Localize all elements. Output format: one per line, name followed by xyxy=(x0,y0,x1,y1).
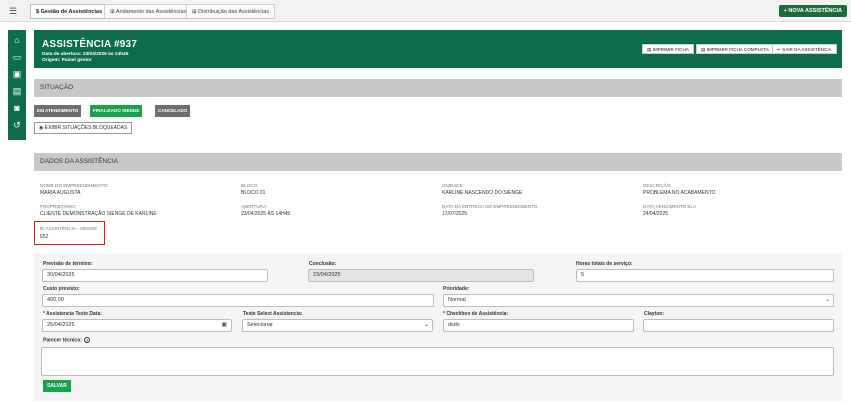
status-cancelado-button[interactable]: CANCELADO xyxy=(155,105,191,117)
new-assistance-button[interactable]: + NOVA ASSISTÊNCIA xyxy=(778,5,847,17)
highlight-box xyxy=(34,221,105,245)
print-button[interactable]: ▤ IMPRIMIR FICHA xyxy=(642,44,694,54)
chat-icon[interactable]: ◙ xyxy=(11,102,23,114)
calendar-icon[interactable]: ▣ xyxy=(11,68,23,80)
tab-label: Distribuição das Assistências xyxy=(198,9,270,15)
unidade-label: UNIDADE: xyxy=(442,183,464,188)
abertura-value: 23/04/2025 ÀS 14H45 xyxy=(241,211,291,217)
tab-andamento-assistencias[interactable]: ⊞ Andamento das Assistências xyxy=(104,4,193,19)
id-sienge-value: 652 xyxy=(40,234,49,240)
status-em-atendimento-button[interactable]: EM ATENDIMENTO xyxy=(34,105,82,117)
custo-label: Custo previsto: xyxy=(43,286,80,292)
bloco-value: BLOCO 01 xyxy=(241,190,266,196)
checkbox-input[interactable]: dsds xyxy=(443,319,634,332)
bloco-label: BLOCO: xyxy=(241,183,259,188)
proprietario-label: PROPRIETÁRIO: xyxy=(40,204,76,209)
section-situacao: SITUAÇÃO xyxy=(34,79,842,97)
horas-input[interactable]: 5 xyxy=(576,269,834,282)
calendar-icon[interactable]: ▣ xyxy=(221,320,227,331)
parecer-label: Parecer técnico:? xyxy=(43,337,90,344)
origin: Origem: Painel gestor xyxy=(42,58,92,63)
grid-icon: ⊞ xyxy=(110,9,115,15)
help-icon[interactable]: ? xyxy=(83,337,90,343)
prioridade-label: Prioridade: xyxy=(443,286,470,292)
chevron-down-icon: ⌄ xyxy=(423,322,429,328)
status-finalizado-button[interactable]: FINALIZADO SIENGE xyxy=(90,105,143,117)
clayton-input[interactable] xyxy=(643,319,834,332)
abertura-label: ABERTURA: xyxy=(241,204,268,209)
proprietario-value: CLIENTE DEMONSTRAÇÃO SIENGE DE KARLINE xyxy=(40,211,157,217)
teste-data-input[interactable]: 25/04/2025 ▣ xyxy=(42,319,232,332)
show-blocked-button[interactable]: ◉ EXIBIR SITUAÇÕES BLOQUEADAS xyxy=(34,122,133,134)
tab-label: Gestão de Assistências xyxy=(40,9,103,15)
descricao-label: DESCRIÇÃO: xyxy=(643,183,672,188)
tab-label: Andamento das Assistências xyxy=(115,9,187,15)
save-button[interactable]: SALVAR xyxy=(43,380,71,392)
document-icon[interactable]: ▤ xyxy=(11,85,23,97)
chevron-down-icon: ⌄ xyxy=(824,297,830,303)
sidebar: ⌂ ▭ ▣ ▤ ◙ ↺ xyxy=(8,30,26,140)
print-full-button[interactable]: ▤ IMPRIMIR FICHA COMPLETA xyxy=(696,44,774,54)
entrega-label: DATA DA ENTREGA DO EMPREENDIMENTO: xyxy=(442,204,539,209)
assistance-header: ASSISTÊNCIA #937 Data de abertura: 23/04… xyxy=(34,30,842,68)
opened-date: Data de abertura: 23/04/2025 às 14h45 xyxy=(42,52,129,57)
section-dados: DADOS DA ASSISTÊNCIA xyxy=(34,153,842,171)
empreendimento-label: NOME DO EMPREENDIMENTO: xyxy=(40,183,109,188)
prioridade-select[interactable]: Normal ⌄ xyxy=(443,294,834,307)
sla-value: 24/04/2025 xyxy=(643,211,669,217)
unidade-value: KARLINE NASCENDO DO SIENGE xyxy=(442,190,523,196)
teste-data-label: * Assistencia Teste Data: xyxy=(43,311,102,317)
exit-button[interactable]: ↩ SAIR DA ASSISTÊNCIA xyxy=(772,44,837,54)
descricao-value: PROBLEMA NO ACABAMENTO xyxy=(643,190,716,196)
tab-distribuicao-assistencias[interactable]: ⊞ Distribuição das Assistências xyxy=(186,4,276,19)
conclusao-input: 23/04/2025 xyxy=(308,269,534,282)
top-navigation-bar: ☰ $ Gestão de Assistências ⊞ Andamento d… xyxy=(0,0,851,22)
previsao-label: Previsão de término: xyxy=(43,261,93,267)
hamburger-menu-icon[interactable]: ☰ xyxy=(4,5,22,18)
entrega-value: 17/07/2025 xyxy=(442,211,468,217)
home-icon[interactable]: ⌂ xyxy=(11,34,23,46)
custo-input[interactable]: 400,00 xyxy=(42,294,434,307)
parecer-textarea[interactable] xyxy=(41,347,834,376)
grid-icon: ⊞ xyxy=(192,9,197,15)
conclusao-label: Conclusão: xyxy=(309,261,337,267)
folder-icon[interactable]: ▭ xyxy=(11,51,23,63)
history-icon[interactable]: ↺ xyxy=(11,119,23,131)
clayton-label: Clayton: xyxy=(644,311,664,317)
select-label: Teste Select Assistencia: xyxy=(243,311,303,317)
previsao-input[interactable]: 30/04/2025 xyxy=(42,269,268,282)
dollar-icon: $ xyxy=(36,9,40,15)
teste-select[interactable]: Selecionar ⌄ xyxy=(242,319,433,332)
horas-label: Horas totais de serviço: xyxy=(576,261,633,267)
sla-label: DATA VENCIMENTO SLA xyxy=(643,204,697,209)
empreendimento-value: MARIA AUGUSTA xyxy=(40,190,81,196)
page-title: ASSISTÊNCIA #937 xyxy=(42,39,138,50)
id-sienge-label: ID ASSISTÊNCIA - SIENGE xyxy=(40,226,98,231)
checkbox-label: * Checkbox de Assistência: xyxy=(443,311,509,317)
tab-gestao-assistencias[interactable]: $ Gestão de Assistências xyxy=(30,4,109,19)
